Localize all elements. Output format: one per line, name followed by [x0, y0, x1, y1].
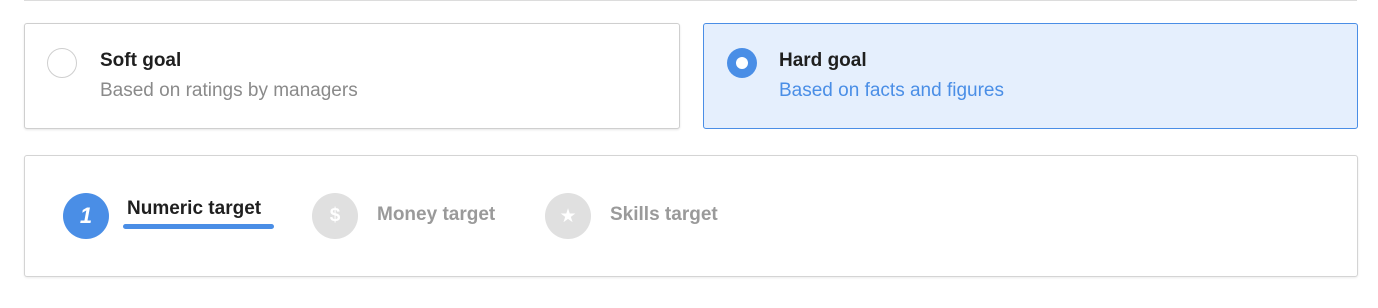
soft-goal-radio[interactable] [47, 48, 77, 78]
hard-goal-title: Hard goal [779, 50, 867, 71]
skills-target-label: Skills target [610, 204, 718, 225]
hard-goal-description: Based on facts and figures [779, 80, 1004, 101]
soft-goal-description: Based on ratings by managers [100, 80, 358, 101]
numeric-target-step[interactable]: 1 Numeric target [63, 192, 283, 240]
numeric-target-label: Numeric target [127, 198, 262, 219]
hard-goal-option[interactable]: Hard goal Based on facts and figures [703, 23, 1358, 129]
target-type-panel: 1 Numeric target $ Money target ★ Skills… [24, 155, 1358, 277]
soft-goal-title: Soft goal [100, 50, 182, 71]
dollar-icon: $ [312, 193, 358, 239]
top-divider [24, 0, 1357, 1]
hard-goal-radio[interactable] [727, 48, 757, 78]
star-icon: ★ [545, 193, 591, 239]
number-one-icon: 1 [63, 193, 109, 239]
soft-goal-option[interactable]: Soft goal Based on ratings by managers [24, 23, 680, 129]
money-target-step[interactable]: $ Money target [312, 192, 512, 240]
money-target-label: Money target [377, 204, 496, 225]
active-step-underline [123, 224, 274, 229]
skills-target-step[interactable]: ★ Skills target [545, 192, 745, 240]
